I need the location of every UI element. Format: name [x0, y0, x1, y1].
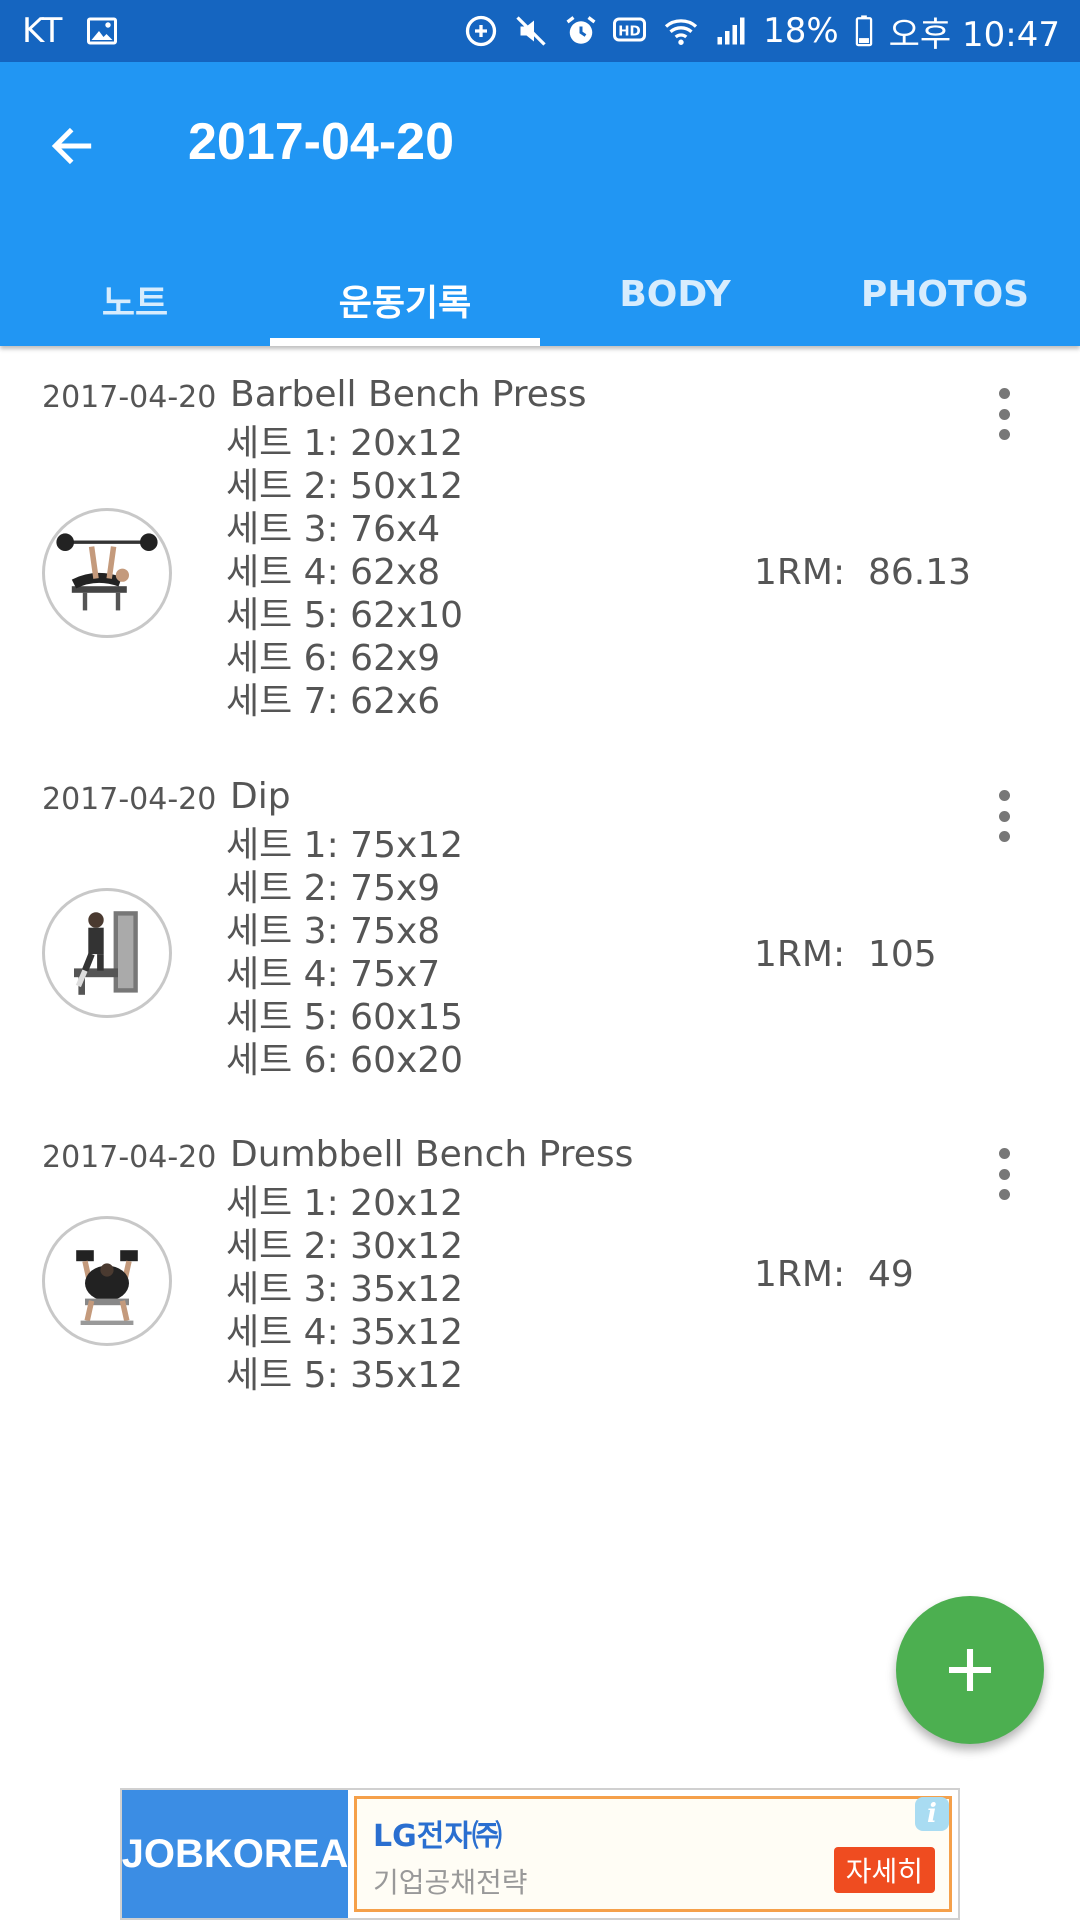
set-item: 세트 2: 30x12 [226, 1226, 464, 1267]
battery-percent: 18% [763, 11, 839, 51]
more-options-button[interactable] [982, 786, 1026, 846]
more-vert-icon [998, 1148, 1010, 1159]
set-list: 세트 1: 20x12 세트 2: 50x12 세트 3: 76x4 세트 4:… [226, 422, 463, 723]
tab-indicator [270, 338, 540, 346]
wifi-icon [663, 13, 699, 49]
one-rep-max: 1RM: 86.13 [754, 552, 972, 593]
carrier-label: KT [22, 11, 63, 51]
exercise-name: Dip [230, 776, 291, 817]
app-bar: 2017-04-20 노트 운동기록 BODY PHOTOS [0, 62, 1080, 346]
workout-entry[interactable]: 2017-04-20 Barbell Bench Press 세트 1: 20x… [0, 346, 1080, 748]
workout-list: 2017-04-20 Barbell Bench Press 세트 1: 20x… [0, 346, 1080, 1426]
barbell-bench-press-icon [42, 508, 172, 638]
tab-label: BODY [619, 274, 731, 315]
signal-icon [713, 13, 749, 49]
set-item: 세트 2: 50x12 [226, 466, 464, 507]
ad-company: LG전자㈜ [373, 1819, 502, 1854]
back-button[interactable] [36, 110, 108, 182]
plus-icon [949, 1649, 991, 1691]
set-item: 세트 4: 75x7 [226, 954, 441, 995]
dumbbell-bench-press-icon [42, 1216, 172, 1346]
tab-label: 노트 [101, 283, 169, 324]
hd-voice-icon: HD [613, 13, 649, 49]
set-item: 세트 5: 60x15 [226, 997, 464, 1038]
dip-machine-icon [42, 888, 172, 1018]
ad-description: 기업공채전략 [373, 1866, 528, 1899]
exercise-name: Dumbbell Bench Press [230, 1134, 634, 1175]
ad-banner[interactable]: JOBKOREA LG전자㈜ 기업공채전략 자세히 i [120, 1788, 960, 1920]
exercise-name: Barbell Bench Press [230, 374, 587, 415]
set-item: 세트 3: 76x4 [226, 509, 441, 550]
battery-icon [853, 13, 875, 49]
ad-logo: JOBKOREA [122, 1790, 348, 1918]
workout-entry[interactable]: 2017-04-20 Dumbbell Bench Press 세트 1: 20… [0, 1106, 1080, 1426]
more-options-button[interactable] [982, 384, 1026, 444]
set-item: 세트 3: 35x12 [226, 1269, 464, 1310]
one-rep-max: 1RM: 49 [754, 1254, 914, 1295]
entry-date: 2017-04-20 [42, 1140, 217, 1175]
ad-details-button[interactable]: 자세히 [833, 1847, 935, 1893]
set-item: 세트 1: 20x12 [226, 423, 464, 464]
set-item: 세트 4: 62x8 [226, 552, 441, 593]
gallery-notification-icon [84, 13, 120, 49]
tab-label: 운동기록 [338, 283, 472, 324]
add-workout-button[interactable] [896, 1596, 1044, 1744]
workout-entry[interactable]: 2017-04-20 Dip 세트 1: 75x12 세트 2: 75x9 세트… [0, 748, 1080, 1106]
one-rep-max: 1RM: 105 [754, 934, 937, 975]
more-vert-icon [998, 388, 1010, 399]
data-saver-icon [463, 13, 499, 49]
tab-workout-log[interactable]: 운동기록 [270, 274, 540, 346]
tab-notes[interactable]: 노트 [0, 274, 270, 346]
ad-info-icon[interactable]: i [915, 1797, 949, 1831]
more-vert-icon [998, 790, 1010, 801]
status-bar: KT HD 18% 오후 10:47 [0, 0, 1080, 62]
set-item: 세트 6: 60x20 [226, 1040, 464, 1081]
clock: 오후 10:47 [888, 14, 1060, 55]
tab-label: PHOTOS [860, 274, 1030, 315]
entry-date: 2017-04-20 [42, 782, 217, 817]
set-item: 세트 5: 35x12 [226, 1355, 464, 1396]
set-item: 세트 4: 35x12 [226, 1312, 464, 1353]
set-item: 세트 6: 62x9 [226, 638, 441, 679]
entry-date: 2017-04-20 [42, 380, 217, 415]
tab-bar: 노트 운동기록 BODY PHOTOS [0, 274, 1080, 346]
svg-text:HD: HD [618, 24, 641, 40]
set-item: 세트 5: 62x10 [226, 595, 464, 636]
set-item: 세트 2: 75x9 [226, 868, 441, 909]
tab-body[interactable]: BODY [540, 274, 810, 346]
set-item: 세트 7: 62x6 [226, 681, 441, 722]
set-item: 세트 1: 20x12 [226, 1183, 464, 1224]
set-list: 세트 1: 20x12 세트 2: 30x12 세트 3: 35x12 세트 4… [226, 1182, 463, 1397]
page-title: 2017-04-20 [188, 113, 454, 171]
ad-content[interactable]: LG전자㈜ 기업공채전략 자세히 i [354, 1796, 952, 1912]
set-item: 세트 3: 75x8 [226, 911, 441, 952]
set-item: 세트 1: 75x12 [226, 825, 464, 866]
tab-photos[interactable]: PHOTOS [810, 274, 1080, 346]
alarm-icon [563, 13, 599, 49]
mute-icon [513, 13, 549, 49]
more-options-button[interactable] [982, 1144, 1026, 1204]
arrow-back-icon [51, 127, 92, 165]
set-list: 세트 1: 75x12 세트 2: 75x9 세트 3: 75x8 세트 4: … [226, 824, 463, 1082]
